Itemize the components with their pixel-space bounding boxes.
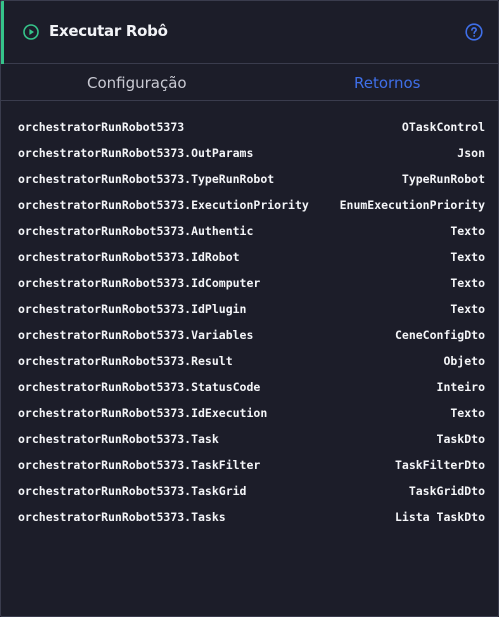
list-item[interactable]: orchestratorRunRobot5373.IdRobot Texto bbox=[1, 244, 498, 270]
return-type: Json bbox=[457, 146, 485, 160]
list-item[interactable]: orchestratorRunRobot5373.Result Objeto bbox=[1, 348, 498, 374]
list-item[interactable]: orchestratorRunRobot5373.ExecutionPriori… bbox=[1, 192, 498, 218]
return-name: orchestratorRunRobot5373.Authentic bbox=[18, 224, 254, 238]
help-circle-icon[interactable] bbox=[465, 23, 483, 41]
list-item[interactable]: orchestratorRunRobot5373.IdPlugin Texto bbox=[1, 296, 498, 322]
return-name: orchestratorRunRobot5373.TaskFilter bbox=[18, 458, 261, 472]
return-type: Texto bbox=[450, 302, 485, 316]
return-type: Texto bbox=[450, 250, 485, 264]
header-accent-bar bbox=[1, 1, 4, 64]
return-name: orchestratorRunRobot5373.IdExecution bbox=[18, 406, 268, 420]
return-type: Lista TaskDto bbox=[394, 510, 485, 524]
tab-retornos[interactable]: Retornos bbox=[354, 74, 420, 92]
list-item[interactable]: orchestratorRunRobot5373.TypeRunRobot Typ… bbox=[1, 166, 498, 192]
return-type: OTaskControl bbox=[401, 120, 485, 134]
return-name: orchestratorRunRobot5373.ExecutionPriori… bbox=[18, 198, 309, 212]
return-type: TaskFilterDto bbox=[394, 458, 485, 472]
return-type: TaskGridDto bbox=[408, 484, 485, 498]
return-name: orchestratorRunRobot5373.OutParams bbox=[18, 146, 254, 160]
return-type: Texto bbox=[450, 224, 485, 238]
return-type: TaskDto bbox=[436, 432, 485, 446]
return-name: orchestratorRunRobot5373.Task bbox=[18, 432, 219, 446]
return-type: EnumExecutionPriority bbox=[339, 198, 485, 212]
return-type: TypeRunRobot bbox=[401, 172, 485, 186]
return-type: CeneConfigDto bbox=[394, 328, 485, 342]
return-name: orchestratorRunRobot5373.Tasks bbox=[18, 510, 226, 524]
return-type: Texto bbox=[450, 406, 485, 420]
list-item[interactable]: orchestratorRunRobot5373.TaskFilter TaskF… bbox=[1, 452, 498, 478]
return-name: orchestratorRunRobot5373.IdRobot bbox=[18, 250, 240, 264]
return-name: orchestratorRunRobot5373 bbox=[18, 120, 185, 134]
return-name: orchestratorRunRobot5373.Variables bbox=[18, 328, 254, 342]
return-type: Objeto bbox=[443, 354, 485, 368]
return-name: orchestratorRunRobot5373.Result bbox=[18, 354, 233, 368]
list-item[interactable]: orchestratorRunRobot5373.IdComputer Texto bbox=[1, 270, 498, 296]
list-item[interactable]: orchestratorRunRobot5373.OutParams Json bbox=[1, 140, 498, 166]
play-circle-icon bbox=[23, 24, 39, 40]
execute-robot-panel: Executar Robô Configuração Retornos orch… bbox=[0, 0, 499, 617]
tab-configuracao[interactable]: Configuração bbox=[87, 74, 187, 92]
list-item[interactable]: orchestratorRunRobot5373.Task TaskDto bbox=[1, 426, 498, 452]
return-name: orchestratorRunRobot5373.IdComputer bbox=[18, 276, 261, 290]
return-name: orchestratorRunRobot5373.StatusCode bbox=[18, 380, 261, 394]
list-item[interactable]: orchestratorRunRobot5373.TaskGrid TaskGri… bbox=[1, 478, 498, 504]
list-item[interactable]: orchestratorRunRobot5373.IdExecution Text… bbox=[1, 400, 498, 426]
list-item[interactable]: orchestratorRunRobot5373.Tasks Lista Task… bbox=[1, 504, 498, 530]
tab-bar: Configuração Retornos bbox=[1, 64, 498, 101]
return-name: orchestratorRunRobot5373.TypeRunRobot bbox=[18, 172, 275, 186]
list-item[interactable]: orchestratorRunRobot5373.Variables CeneCo… bbox=[1, 322, 498, 348]
list-item[interactable]: orchestratorRunRobot5373.Authentic Texto bbox=[1, 218, 498, 244]
list-item[interactable]: orchestratorRunRobot5373.StatusCode Intei… bbox=[1, 374, 498, 400]
panel-header: Executar Robô bbox=[1, 1, 498, 64]
returns-list: orchestratorRunRobot5373 OTaskControl orch… bbox=[1, 114, 498, 530]
panel-title: Executar Robô bbox=[49, 22, 168, 40]
return-name: orchestratorRunRobot5373.IdPlugin bbox=[18, 302, 247, 316]
list-item[interactable]: orchestratorRunRobot5373 OTaskControl bbox=[1, 114, 498, 140]
return-type: Inteiro bbox=[436, 380, 485, 394]
return-type: Texto bbox=[450, 276, 485, 290]
return-name: orchestratorRunRobot5373.TaskGrid bbox=[18, 484, 247, 498]
